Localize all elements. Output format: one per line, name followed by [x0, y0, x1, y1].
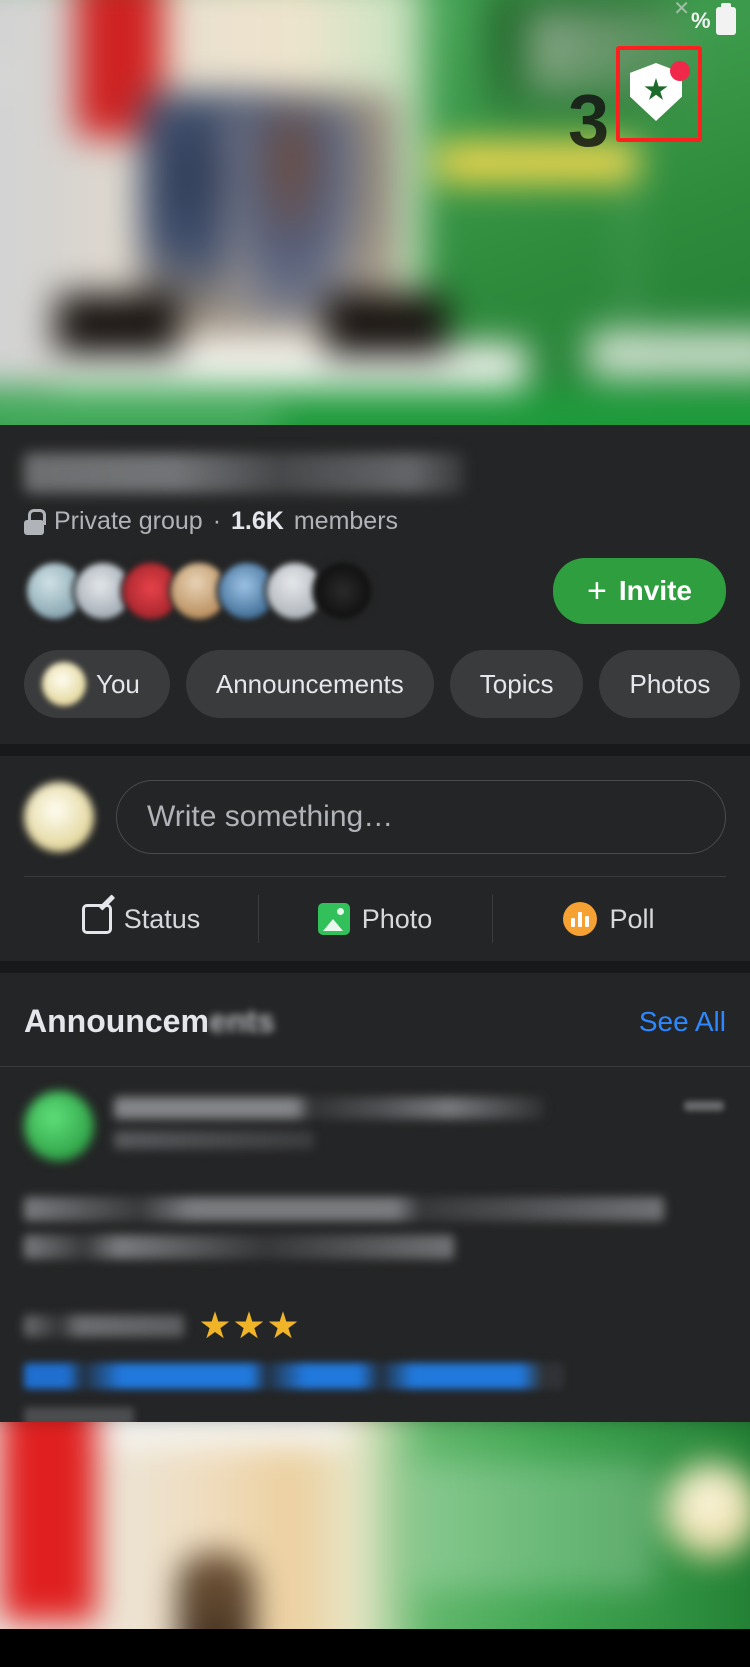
group-page-screen: 3 ✕ % Private group · 1.6K members + Inv… [0, 0, 750, 1667]
plus-icon: + [587, 572, 607, 610]
post-image-preview[interactable] [0, 1422, 750, 1667]
post-detail-row [24, 1311, 726, 1341]
battery-percent-label: % [690, 8, 711, 33]
post-body-line [24, 1235, 454, 1259]
star-icon [644, 78, 668, 100]
group-member-count: 1.6K [231, 507, 284, 535]
announcement-post[interactable] [0, 1067, 750, 1427]
status-label: Status [123, 903, 201, 934]
poll-bar-chart-icon [563, 902, 598, 936]
edit-square-icon [81, 904, 112, 934]
invite-button-label: Invite [618, 575, 692, 606]
author-avatar[interactable] [24, 1091, 94, 1161]
composer-actions: Status Photo Poll [24, 876, 726, 961]
invite-button[interactable]: + Invite [553, 558, 726, 624]
member-avatar-stack[interactable] [24, 560, 374, 622]
announcements-title: Announcements [24, 1003, 275, 1039]
post-author-name [114, 1097, 544, 1119]
avatar [42, 662, 86, 706]
photo-button[interactable]: Photo [258, 877, 492, 961]
group-info-section: Private group · 1.6K members + Invite Yo… [0, 425, 750, 744]
photo-label: Photo [361, 903, 433, 934]
members-and-invite-row: + Invite [24, 558, 726, 624]
more-options-icon[interactable] [684, 1101, 724, 1111]
group-meta: Private group · 1.6K members [24, 507, 726, 536]
see-all-link[interactable]: See All [639, 1006, 726, 1038]
status-bar: ✕ % [0, 0, 750, 42]
section-divider [0, 744, 750, 756]
tab-label: Announcements [215, 668, 404, 699]
composer-row: Write something… [24, 780, 726, 854]
post-header [24, 1091, 726, 1161]
close-icon: ✕ [673, 0, 690, 20]
cover-numeral: 3 [568, 79, 610, 162]
poll-label: Poll [609, 903, 655, 934]
preview-bottom-bar [0, 1629, 750, 1667]
lock-icon [24, 508, 46, 535]
tab-label: You [96, 668, 140, 699]
tab-you[interactable]: You [24, 650, 170, 718]
notification-dot [670, 61, 690, 81]
group-tabs: You Announcements Topics Photos [24, 650, 741, 744]
star-icon [200, 1311, 230, 1339]
tab-announcements[interactable]: Announcements [185, 650, 434, 718]
announcements-header: Announcements See All [0, 973, 750, 1066]
avatar [24, 782, 94, 852]
star-emoji-group [200, 1311, 298, 1341]
group-members-label: members [293, 507, 399, 535]
tab-label: Photos [629, 668, 711, 699]
group-name [24, 453, 464, 493]
post-body [24, 1197, 726, 1259]
tab-label: Topics [479, 668, 554, 699]
member-avatar [312, 560, 374, 622]
meta-separator: · [212, 507, 222, 535]
group-privacy-label: Private group [54, 507, 203, 535]
tab-photos[interactable]: Photos [599, 650, 741, 718]
photo-icon [317, 903, 350, 935]
post-timestamp [114, 1131, 314, 1149]
poll-button[interactable]: Poll [492, 877, 726, 961]
star-icon [234, 1311, 264, 1339]
section-divider [0, 961, 750, 973]
tab-topics[interactable]: Topics [449, 650, 584, 718]
battery-icon [716, 3, 736, 35]
composer-placeholder: Write something… [147, 800, 394, 833]
status-button[interactable]: Status [24, 877, 258, 961]
post-link[interactable] [24, 1363, 564, 1389]
announcements-section: Announcements See All [0, 973, 750, 1427]
post-detail-label [24, 1315, 184, 1337]
post-composer: Write something… Status Photo Poll [0, 756, 750, 961]
shield-star-badge-icon[interactable] [630, 61, 690, 125]
post-body-line [24, 1197, 664, 1221]
star-icon [268, 1311, 298, 1339]
write-something-input[interactable]: Write something… [116, 780, 726, 854]
post-author-info [114, 1091, 726, 1149]
